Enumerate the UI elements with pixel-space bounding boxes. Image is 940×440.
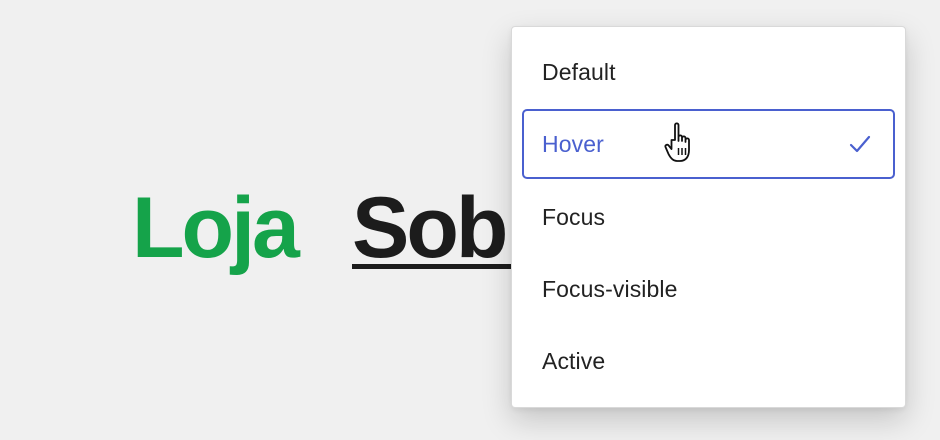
menu-item-focus-visible[interactable]: Focus-visible bbox=[522, 254, 895, 324]
menu-item-label: Focus bbox=[542, 203, 606, 230]
menu-item-label: Focus-visible bbox=[542, 275, 678, 302]
checkmark-icon bbox=[849, 135, 871, 153]
menu-item-focus[interactable]: Focus bbox=[522, 182, 895, 252]
menu-item-label: Default bbox=[542, 58, 616, 85]
nav-link-loja[interactable]: Loja bbox=[132, 178, 300, 278]
menu-item-active[interactable]: Active bbox=[522, 326, 895, 396]
hand-pointer-cursor-icon bbox=[664, 122, 690, 162]
menu-item-hover[interactable]: Hover bbox=[522, 109, 895, 179]
sobre-underline bbox=[352, 264, 522, 269]
canvas: Loja Sobre Default Hover Focus Focus-vis… bbox=[0, 0, 940, 440]
menu-item-default[interactable]: Default bbox=[522, 37, 895, 107]
menu-item-label: Hover bbox=[542, 130, 604, 157]
menu-item-label: Active bbox=[542, 347, 606, 374]
state-dropdown-menu: Default Hover Focus Focus-visible Active bbox=[511, 26, 906, 408]
